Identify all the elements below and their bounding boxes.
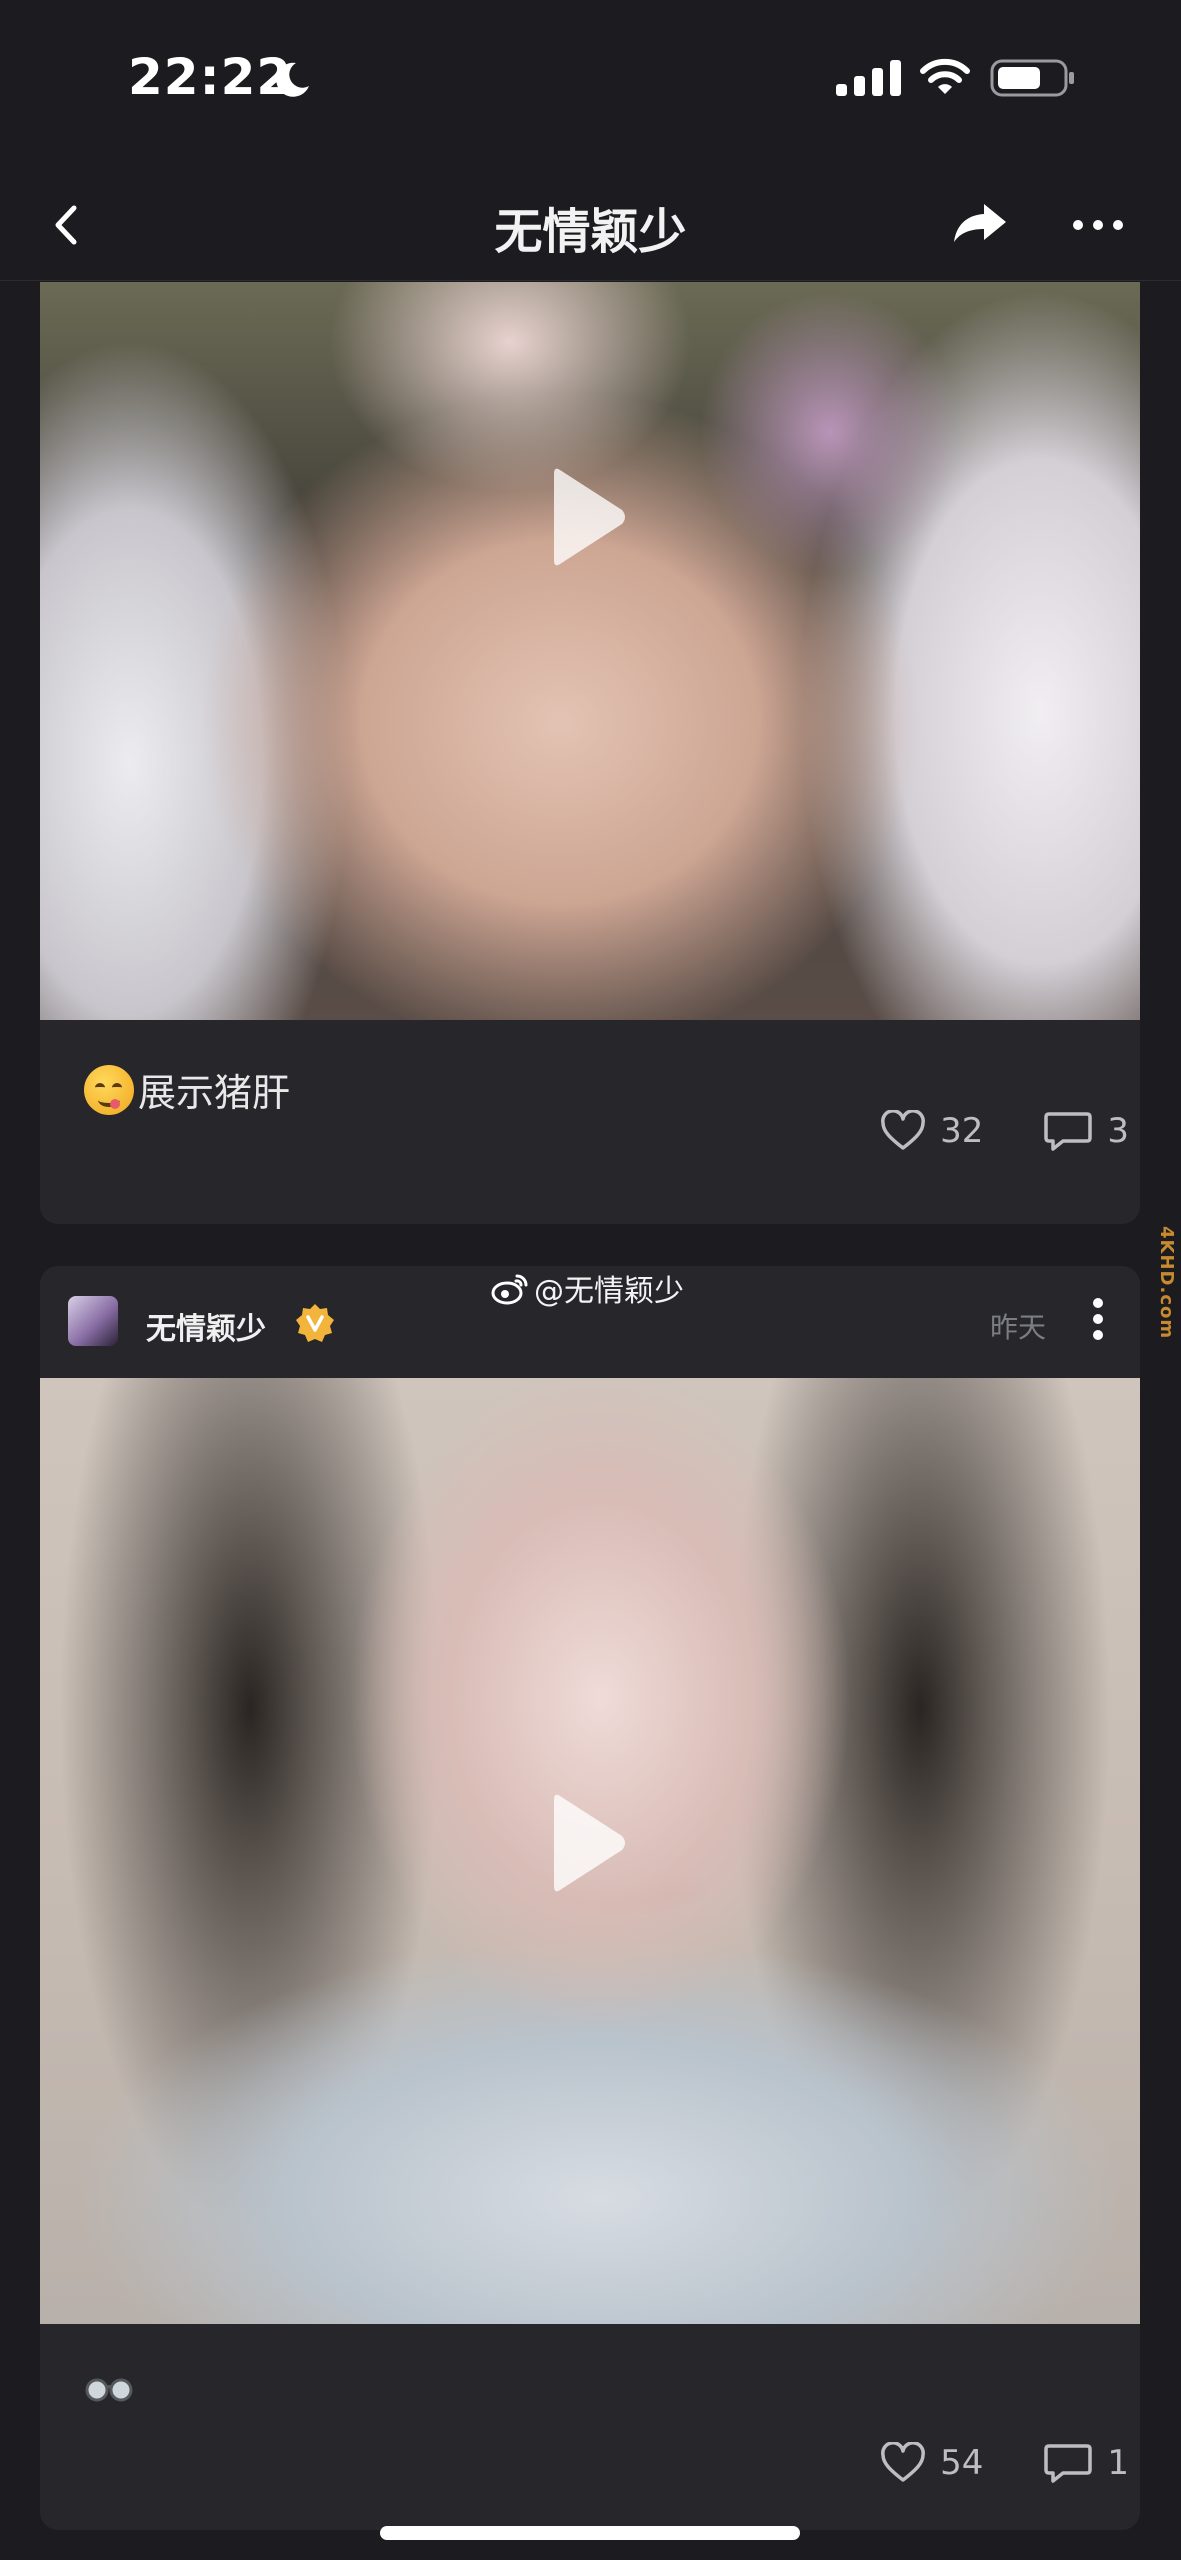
comment-button[interactable]: 3 <box>1043 1110 1129 1152</box>
like-button[interactable]: 54 <box>880 2442 983 2484</box>
more-options-icon[interactable] <box>1070 200 1126 250</box>
weibo-logo-icon <box>491 1274 528 1305</box>
post-caption: 展示猪肝 <box>84 1062 290 1117</box>
video-thumbnail[interactable] <box>40 1378 1140 2324</box>
comment-count: 3 <box>1107 1111 1129 1151</box>
post-time: 昨天 <box>990 1311 1047 1344</box>
post-stats: 32 3 <box>880 1110 1129 1152</box>
do-not-disturb-moon-icon <box>276 62 309 97</box>
comment-bubble-icon <box>1044 1112 1093 1151</box>
post-stats: 54 1 <box>880 2442 1129 2484</box>
home-indicator[interactable] <box>380 2526 800 2540</box>
post-card: 展示猪肝 <box>40 282 1140 1224</box>
play-icon[interactable] <box>550 462 630 572</box>
side-watermark: 4KHD.com <box>1156 1226 1177 1340</box>
wifi-icon <box>920 58 970 94</box>
avatar[interactable] <box>68 1296 118 1346</box>
play-icon[interactable] <box>550 1788 630 1898</box>
cellular-signal-icon <box>836 60 901 96</box>
like-button[interactable]: 32 <box>880 1110 983 1152</box>
comment-button[interactable]: 1 <box>1043 2442 1129 2484</box>
battery-icon <box>990 59 1074 97</box>
like-count: 54 <box>940 2443 984 2483</box>
yum-face-emoji-icon <box>84 1064 134 1115</box>
navigation-bar: 无情颖少 <box>0 170 1181 281</box>
heart-icon <box>881 2442 926 2482</box>
watermark-text: @无情颖少 <box>534 1274 684 1309</box>
video-thumbnail[interactable] <box>40 282 1140 1020</box>
share-forward-icon[interactable] <box>950 198 1010 248</box>
status-bar: 22:22 <box>0 0 1181 150</box>
post-card: 无情颖少 @无情颖少 昨天 <box>40 1266 1140 2530</box>
weibo-watermark: @无情颖少 <box>490 1266 684 1310</box>
caption-text: 展示猪肝 <box>138 1071 291 1115</box>
glasses-emoji-icon <box>85 2378 133 2402</box>
post-header: 无情颖少 @无情颖少 昨天 <box>40 1266 1140 1378</box>
comment-bubble-icon <box>1044 2444 1093 2483</box>
status-time: 22:22 <box>128 48 293 106</box>
post-more-icon[interactable] <box>1088 1294 1108 1344</box>
heart-icon <box>881 1110 926 1150</box>
comment-count: 1 <box>1107 2443 1129 2483</box>
like-count: 32 <box>940 1111 984 1151</box>
username[interactable]: 无情颖少 <box>146 1304 266 1348</box>
verified-badge-icon <box>296 1304 334 1342</box>
